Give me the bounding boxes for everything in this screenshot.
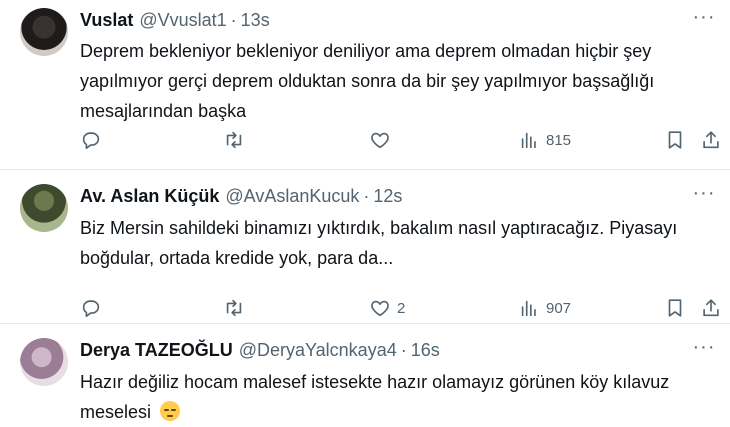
share-icon	[703, 131, 719, 149]
like-button[interactable]	[369, 128, 397, 152]
like-count: 2	[397, 299, 406, 317]
tweet[interactable]: Vuslat @Vvuslat1 · 13s ··· Deprem beklen…	[0, 0, 730, 170]
bookmark-icon	[668, 299, 682, 317]
tweet-feed: Vuslat @Vvuslat1 · 13s ··· Deprem beklen…	[0, 0, 730, 422]
views-button[interactable]: 907	[518, 296, 571, 320]
handle[interactable]: @AvAslanKucuk	[225, 186, 359, 207]
retweet-button[interactable]	[223, 296, 245, 320]
separator: ·	[363, 185, 370, 206]
timestamp[interactable]: 13s	[241, 10, 270, 31]
handle[interactable]: @Vvuslat1	[139, 10, 226, 31]
more-options-icon[interactable]: ···	[692, 7, 716, 34]
retweet-icon	[226, 299, 242, 317]
display-name[interactable]: Vuslat	[80, 10, 133, 31]
view-count: 815	[546, 131, 572, 149]
more-options-icon[interactable]: ···	[692, 337, 716, 364]
more-options-icon[interactable]: ···	[692, 183, 716, 210]
reply-button[interactable]	[80, 128, 102, 152]
timestamp[interactable]: 16s	[411, 340, 440, 361]
tweet-header: Vuslat @Vvuslat1 · 13s	[80, 8, 680, 32]
tweet-body: Hazır değiliz hocam malesef istesekte ha…	[80, 367, 706, 427]
separator: ·	[400, 339, 407, 360]
handle[interactable]: @DeryaYalcnkaya4	[239, 340, 397, 361]
bookmark-button[interactable]	[664, 128, 686, 152]
like-button[interactable]: 2	[369, 296, 405, 320]
heart-icon	[371, 300, 389, 317]
tweet-header: Derya TAZEOĞLU @DeryaYalcnkaya4 · 16s	[80, 338, 680, 362]
tweet-header: Av. Aslan Küçük @AvAslanKucuk · 12s	[80, 184, 680, 208]
separator: ·	[230, 9, 237, 30]
tweet-actions: 2 907	[80, 296, 730, 320]
views-icon	[521, 300, 536, 317]
tweet[interactable]: Derya TAZEOĞLU @DeryaYalcnkaya4 · 16s ··…	[0, 324, 730, 422]
avatar[interactable]	[20, 184, 68, 232]
reply-icon	[82, 132, 100, 150]
reply-icon	[82, 300, 100, 318]
tweet-actions: 815	[80, 128, 730, 152]
bookmark-icon	[668, 131, 682, 149]
tweet-text: Deprem bekleniyor bekleniyor deniliyor a…	[80, 41, 655, 121]
share-button[interactable]	[700, 128, 722, 152]
avatar[interactable]	[20, 8, 68, 56]
pensive-face-emoji	[160, 401, 181, 421]
tweet[interactable]: Av. Aslan Küçük @AvAslanKucuk · 12s ··· …	[0, 170, 730, 324]
retweet-icon	[226, 131, 242, 149]
avatar[interactable]	[20, 338, 68, 386]
timestamp[interactable]: 12s	[373, 186, 402, 207]
views-button[interactable]: 815	[518, 128, 571, 152]
display-name[interactable]: Derya TAZEOĞLU	[80, 340, 233, 361]
share-icon	[703, 299, 719, 317]
reply-button[interactable]	[80, 296, 102, 320]
tweet-text: Biz Mersin sahildeki binamızı yıktırdık,…	[80, 218, 678, 268]
bookmark-button[interactable]	[664, 296, 686, 320]
display-name[interactable]: Av. Aslan Küçük	[80, 186, 219, 207]
view-count: 907	[546, 299, 572, 317]
retweet-button[interactable]	[223, 128, 245, 152]
heart-icon	[371, 132, 389, 149]
share-button[interactable]	[700, 296, 722, 320]
views-icon	[521, 132, 536, 149]
